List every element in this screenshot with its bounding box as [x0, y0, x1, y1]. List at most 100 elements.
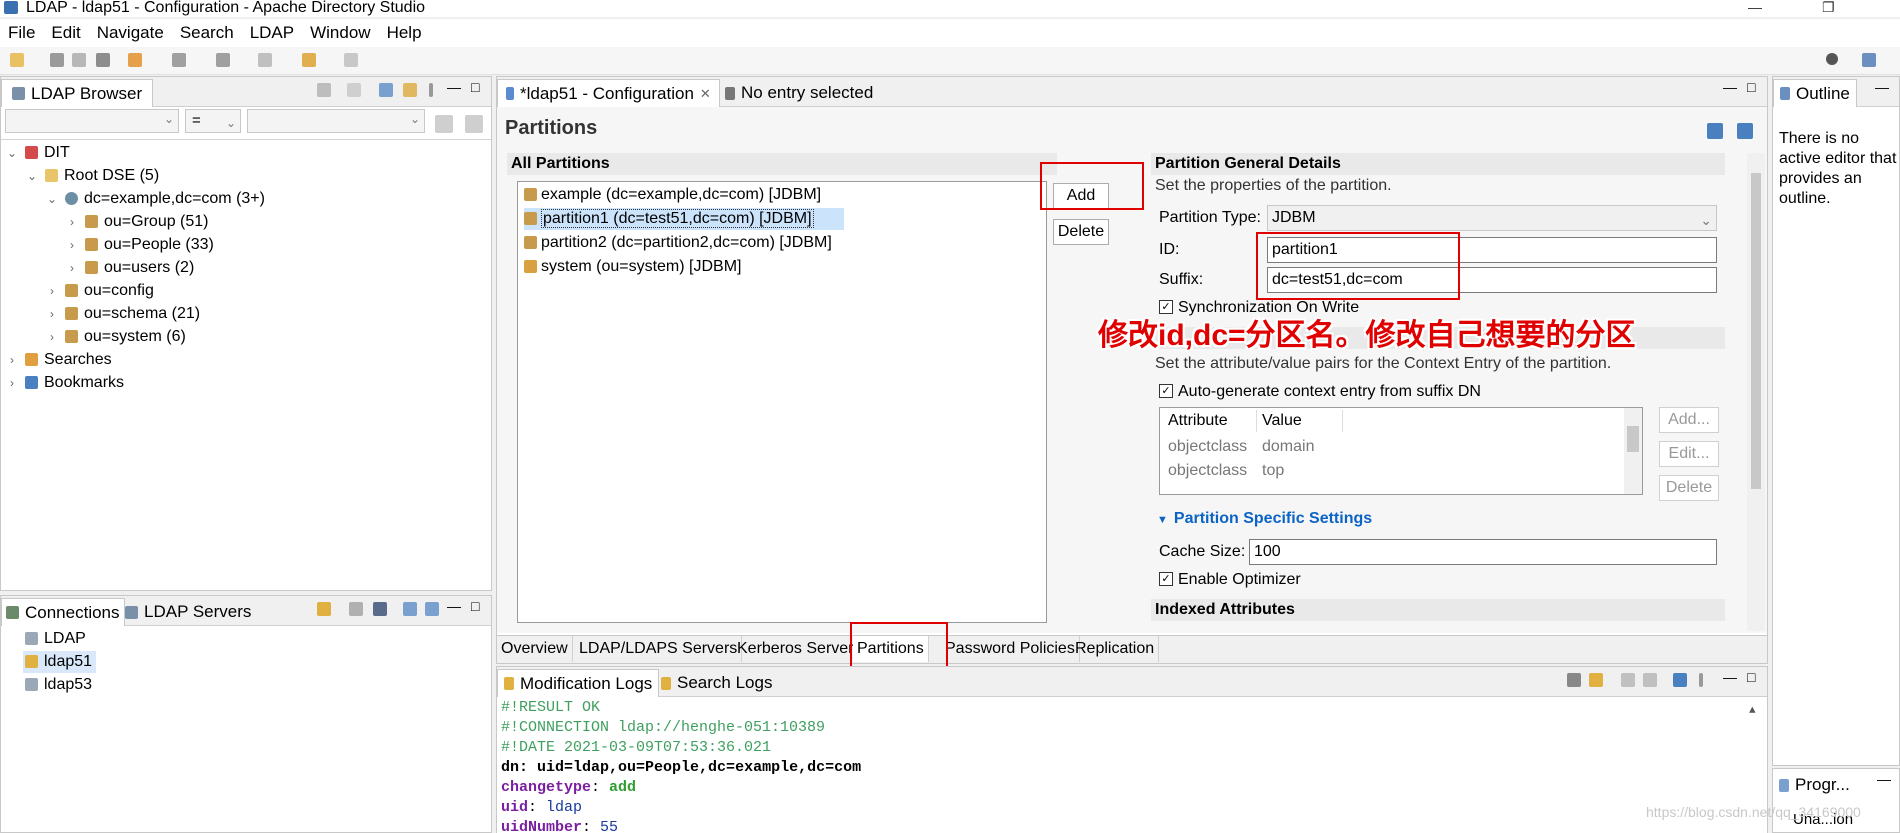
tab-overview[interactable]: Overview — [497, 636, 573, 662]
tree-item-ou-people[interactable]: › ou=People (33) — [65, 234, 214, 256]
chevron-down-icon[interactable]: ⌄ — [25, 165, 39, 187]
view-menu-icon[interactable] — [429, 83, 433, 97]
minimize-view-icon[interactable]: — — [447, 79, 461, 95]
last-edit-icon[interactable] — [258, 53, 272, 67]
forward-icon[interactable] — [344, 53, 358, 67]
search-icon[interactable] — [1826, 53, 1838, 65]
menu-help[interactable]: Help — [387, 23, 422, 43]
scrollbar-thumb[interactable] — [1627, 426, 1639, 452]
menu-navigate[interactable]: Navigate — [97, 23, 164, 43]
minimize-view-icon[interactable]: — — [447, 598, 461, 614]
tree-item-ou-group[interactable]: › ou=Group (51) — [65, 211, 209, 233]
attr-add-button[interactable]: Add... — [1659, 407, 1719, 433]
minimize-view-icon[interactable]: — — [1723, 79, 1737, 95]
view-menu-icon[interactable] — [1699, 673, 1703, 687]
arrow-up-icon[interactable] — [1621, 673, 1635, 687]
chevron-right-icon[interactable]: › — [45, 326, 59, 348]
chevron-right-icon[interactable]: › — [65, 234, 79, 256]
attr-edit-button[interactable]: Edit... — [1659, 441, 1719, 467]
menu-ldap[interactable]: LDAP — [250, 23, 294, 43]
partition-item-partition2[interactable]: partition2 (dc=partition2,dc=com) [JDBM] — [524, 232, 832, 254]
connect-all-icon[interactable] — [373, 602, 387, 616]
chevron-right-icon[interactable]: › — [65, 257, 79, 279]
tab-no-entry[interactable]: No entry selected — [725, 83, 873, 103]
next-annotation-icon[interactable] — [172, 53, 186, 67]
tab-progress[interactable]: Progr... — [1773, 771, 1856, 799]
new-connection-icon[interactable] — [317, 602, 331, 616]
connection-item-ldap53[interactable]: ldap53 — [25, 674, 92, 696]
tab-ldap-servers[interactable]: LDAP/LDAPS Servers — [575, 636, 743, 662]
tree-item-ou-config[interactable]: › ou=config — [45, 280, 154, 302]
specific-settings-header[interactable]: ▼ Partition Specific Settings — [1151, 507, 1725, 531]
tab-ldap51-configuration[interactable]: *ldap51 - Configuration ✕ — [497, 79, 720, 107]
tree-item-dit[interactable]: ⌄ DIT — [5, 142, 70, 164]
chevron-right-icon[interactable]: › — [45, 280, 59, 302]
partitions-list[interactable]: example (dc=example,dc=com) [JDBM] parti… — [517, 181, 1047, 623]
open-perspective-icon[interactable] — [1862, 53, 1876, 67]
filter-apply-icon[interactable] — [435, 115, 453, 133]
table-scrollbar[interactable] — [1624, 408, 1642, 494]
tab-outline[interactable]: Outline — [1773, 79, 1857, 107]
filter-operator-combo[interactable]: = ⌄ — [185, 109, 241, 133]
expand-icon[interactable] — [403, 602, 417, 616]
minimize-icon[interactable]: — — [1748, 0, 1762, 17]
menu-edit[interactable]: Edit — [51, 23, 80, 43]
connect-icon[interactable] — [128, 53, 142, 67]
menu-search[interactable]: Search — [180, 23, 234, 43]
link-with-editor-icon[interactable] — [403, 83, 417, 97]
tab-ldap-browser[interactable]: LDAP Browser — [1, 79, 154, 107]
partition-item-example[interactable]: example (dc=example,dc=com) [JDBM] — [524, 184, 821, 206]
collapse-icon[interactable] — [425, 602, 439, 616]
tab-search-logs[interactable]: Search Logs — [661, 673, 772, 693]
chevron-right-icon[interactable]: › — [65, 211, 79, 233]
delete-partition-button[interactable]: Delete — [1053, 219, 1109, 245]
maximize-view-icon[interactable]: □ — [471, 598, 479, 614]
chevron-right-icon[interactable]: › — [5, 372, 19, 394]
new-icon[interactable] — [10, 53, 24, 67]
chevron-down-icon[interactable]: ⌄ — [45, 188, 59, 210]
connection-item-ldap51[interactable]: ldap51 — [23, 651, 97, 673]
clear-log-icon[interactable] — [1567, 673, 1581, 687]
arrow-down-icon[interactable] — [1643, 673, 1657, 687]
tree-item-root-dse[interactable]: ⌄ Root DSE (5) — [25, 165, 159, 187]
preferences-icon[interactable] — [96, 53, 110, 67]
tree-item-dc-example[interactable]: ⌄ dc=example,dc=com (3+) — [45, 188, 265, 210]
refresh-icon[interactable] — [347, 83, 361, 97]
collapse-all-icon[interactable] — [379, 83, 393, 97]
print-icon[interactable] — [72, 53, 86, 67]
maximize-view-icon[interactable]: □ — [1747, 669, 1755, 685]
optimizer-checkbox[interactable]: ✓ Enable Optimizer — [1159, 571, 1301, 589]
refresh-log-icon[interactable] — [1589, 673, 1603, 687]
tab-modification-logs[interactable]: Modification Logs — [497, 669, 660, 697]
scroll-up-icon[interactable]: ▲ — [1749, 705, 1756, 717]
checkbox-checked-icon[interactable]: ✓ — [1159, 571, 1173, 586]
restore-icon[interactable]: ❐ — [1822, 0, 1835, 17]
connection-item-ldap[interactable]: LDAP — [25, 628, 86, 650]
filter-attribute-combo[interactable]: ⌄ — [5, 109, 179, 133]
chevron-right-icon[interactable]: › — [5, 349, 19, 371]
maximize-view-icon[interactable]: □ — [471, 79, 479, 95]
save-icon[interactable] — [50, 53, 64, 67]
tree-item-searches[interactable]: › Searches — [5, 349, 112, 371]
tab-replication[interactable]: Replication — [1071, 636, 1160, 662]
tab-connections[interactable]: Connections — [1, 598, 125, 626]
minimize-view-icon[interactable]: — — [1875, 79, 1889, 95]
export-config-icon[interactable] — [1737, 123, 1753, 139]
context-attributes-table[interactable]: Attribute Value objectclass domain objec… — [1159, 407, 1643, 495]
tab-kerberos-server[interactable]: Kerberos Server — [733, 636, 859, 662]
prev-annotation-icon[interactable] — [216, 53, 230, 67]
chevron-down-icon[interactable]: ⌄ — [5, 142, 19, 164]
export-log-icon[interactable] — [1673, 673, 1687, 687]
tree-item-ou-system[interactable]: › ou=system (6) — [45, 326, 186, 348]
partition-item-partition1[interactable]: partition1 (dc=test51,dc=com) [JDBM] — [524, 208, 844, 230]
menu-window[interactable]: Window — [310, 23, 370, 43]
close-icon[interactable]: ✕ — [700, 81, 711, 107]
chevron-right-icon[interactable]: › — [45, 303, 59, 325]
minimize-view-icon[interactable]: — — [1723, 669, 1737, 685]
disconnect-icon[interactable] — [349, 602, 363, 616]
editor-scrollbar[interactable] — [1747, 153, 1765, 631]
scrollbar-thumb[interactable] — [1751, 173, 1761, 489]
filter-clear-icon[interactable] — [465, 115, 483, 133]
cache-size-input[interactable]: 100 — [1249, 539, 1717, 565]
tab-ldap-servers[interactable]: LDAP Servers — [125, 602, 251, 622]
